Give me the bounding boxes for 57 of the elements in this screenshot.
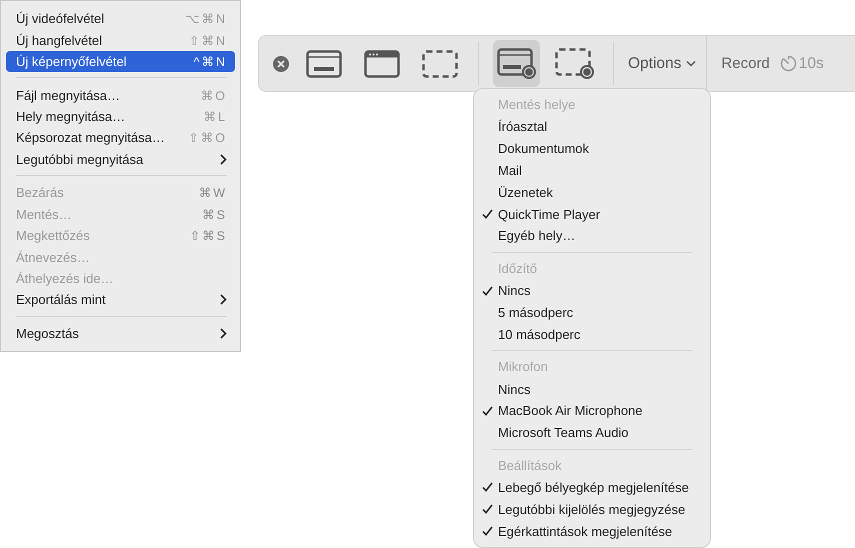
section-header: Időzítő [497, 260, 538, 278]
shortcut-label: ⌘L [204, 108, 227, 124]
shortcut-label: ⇧⌘S [190, 228, 227, 244]
checkmark-icon [482, 482, 493, 492]
menu-item[interactable]: Íróasztal [474, 116, 710, 138]
menu-item[interactable]: QuickTime Player [474, 203, 710, 225]
menu-item[interactable]: Exportálás mint [6, 289, 235, 311]
chevron-icon [220, 154, 227, 165]
close-button[interactable] [272, 54, 290, 72]
checkmark-icon [482, 286, 493, 296]
shortcut-label: ^⌘N [194, 54, 227, 70]
menu-item[interactable]: 5 másodperc [474, 302, 710, 324]
screen-icon [306, 50, 342, 78]
menu-item[interactable]: Nincs [474, 378, 710, 400]
menu-item[interactable]: 10 másodperc [474, 323, 710, 346]
options-button[interactable]: Options [628, 54, 696, 72]
section-header: Beállítások [497, 456, 563, 475]
shortcut-label: ⇧⌘O [188, 130, 227, 146]
menu-item[interactable]: Fájl megnyitása… ⌘O [6, 84, 235, 106]
menu-item[interactable]: Mail [474, 160, 710, 182]
menu-item[interactable]: Egyéb hely… [474, 224, 710, 247]
checkmark-icon [482, 504, 493, 514]
chevron-icon [220, 328, 227, 339]
menu-item[interactable]: Legutóbbi kijelölés megjegyzése [474, 498, 710, 520]
shortcut-label: ⌥⌘N [185, 11, 227, 26]
menu-item[interactable]: Egérkattintások megjelenítése [474, 520, 710, 542]
menu-item[interactable]: Új videófelvétel ⌥⌘N [6, 8, 235, 30]
checkmark-icon [482, 526, 493, 536]
menu-item[interactable]: Microsoft Teams Audio [474, 422, 710, 444]
menu-item[interactable]: Képsorozat megnyitása… ⇧⌘O [6, 127, 235, 149]
section-header: Mentés helye [497, 96, 576, 114]
selection-record-icon [554, 48, 594, 80]
caret-icon [686, 60, 696, 67]
menu-item[interactable]: Új hangfelvétel ⇧⌘N [6, 29, 235, 51]
menu-item[interactable]: Megosztás [6, 322, 235, 344]
checkmark-icon [482, 209, 493, 220]
menu-item[interactable]: Hely megnyitása… ⌘L [6, 106, 235, 128]
shortcut-label: ⌘S [202, 206, 227, 222]
record-button[interactable]: Record 10s [715, 54, 830, 74]
timer-icon [780, 55, 797, 72]
menu-item[interactable]: Legutóbbi megnyitása [6, 148, 235, 170]
chevron-icon [220, 294, 227, 306]
shortcut-label: ⌘O [200, 88, 227, 102]
menu-item[interactable]: Nincs [474, 280, 710, 302]
window-icon [364, 50, 400, 78]
capture-mode-button[interactable] [493, 40, 540, 87]
shortcut-label: ⌘W [198, 185, 227, 200]
dashed-selection-icon [422, 50, 458, 78]
checkmark-icon [482, 406, 493, 416]
menu-item[interactable]: Új képernyőfelvétel ^⌘N [6, 50, 235, 72]
menu-item[interactable]: Lebegő bélyegkép megjelenítése [474, 476, 710, 498]
menu-item[interactable]: MacBook Air Microphone [474, 400, 710, 422]
shortcut-label: ⇧⌘N [188, 32, 227, 48]
menu-item[interactable]: Dokumentumok [474, 138, 710, 160]
screen-record-icon [496, 48, 536, 80]
menu-item[interactable]: Üzenetek [474, 181, 710, 204]
section-header: Mikrofon [497, 358, 549, 376]
